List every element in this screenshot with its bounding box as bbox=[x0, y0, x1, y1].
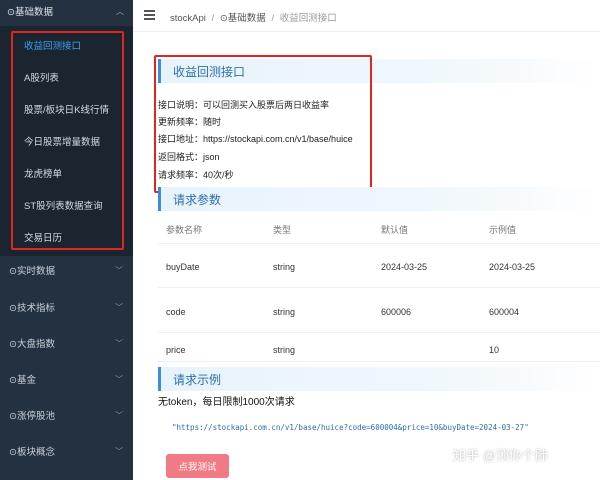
param-name: buyDate bbox=[166, 262, 200, 272]
sidebar-submenu: 收益回测接口 A股列表 股票/板块日K线行情 今日股票增量数据 龙虎榜单 ST股… bbox=[0, 26, 133, 256]
sidebar-item-incremental-data[interactable]: 今日股票增量数据 bbox=[24, 134, 100, 148]
test-button[interactable]: 点我测试 bbox=[166, 454, 229, 478]
sidebar-section-basic-data[interactable]: ⊙基础数据 ︿ bbox=[0, 0, 133, 22]
sidebar-item-a-share-list[interactable]: A股列表 bbox=[24, 70, 59, 84]
chevron-down-icon: ﹀ bbox=[115, 303, 123, 312]
table-divider bbox=[158, 361, 600, 362]
param-default: 600006 bbox=[381, 307, 412, 317]
sidebar-item-technical[interactable]: ⊙技术指标 ﹀ bbox=[0, 290, 133, 324]
api-frequency: 更新频率：随时 bbox=[158, 117, 222, 127]
param-name: code bbox=[166, 307, 186, 317]
sidebar-item-label: ⊙大盘指数 bbox=[9, 339, 55, 350]
param-name: price bbox=[166, 345, 186, 355]
param-type: string bbox=[273, 262, 296, 272]
chevron-up-icon: ︿ bbox=[116, 7, 124, 16]
param-example: 10 bbox=[489, 345, 500, 355]
sidebar-item-label: ⊙实时数据 bbox=[9, 266, 55, 277]
api-rate: 请求频率：40次/秒 bbox=[158, 170, 234, 180]
param-type: string bbox=[273, 307, 296, 317]
api-title: 收益回测接口 bbox=[158, 59, 600, 83]
table-divider bbox=[158, 332, 600, 333]
api-description: 接口说明：可以回测买入股票后两日收益率 bbox=[158, 100, 330, 110]
param-example: 600004 bbox=[489, 307, 520, 317]
table-divider bbox=[158, 243, 600, 244]
sidebar-item-daily-kline[interactable]: 股票/板块日K线行情 bbox=[24, 102, 109, 116]
api-address: 接口地址：https://stockapi.com.cn/v1/base/hui… bbox=[158, 134, 353, 144]
chevron-down-icon: ﹀ bbox=[115, 266, 123, 275]
watermark: 知乎 @顶你个肺 bbox=[453, 448, 548, 463]
column-header-example: 示例值 bbox=[489, 225, 517, 235]
chevron-down-icon: ﹀ bbox=[115, 339, 123, 348]
top-header: stockApi / ⊙基础数据 / 收益回测接口 bbox=[133, 0, 600, 32]
chevron-down-icon: ﹀ bbox=[115, 411, 123, 420]
sidebar-item-realtime[interactable]: ⊙实时数据 ﹀ bbox=[0, 253, 133, 287]
sidebar: ⊙基础数据 ︿ 收益回测接口 A股列表 股票/板块日K线行情 今日股票增量数据 … bbox=[0, 0, 133, 480]
breadcrumb: stockApi / ⊙基础数据 / 收益回测接口 bbox=[170, 10, 337, 24]
sidebar-item-index[interactable]: ⊙大盘指数 ﹀ bbox=[0, 326, 133, 360]
breadcrumb-home[interactable]: stockApi bbox=[170, 13, 206, 24]
sidebar-item-label: ⊙基金 bbox=[9, 375, 36, 386]
sidebar-item-fund[interactable]: ⊙基金 ﹀ bbox=[0, 362, 133, 396]
params-title: 请求参数 bbox=[158, 187, 600, 211]
rate-limit-notice: 无token，每日限制1000次请求 bbox=[158, 397, 295, 408]
breadcrumb-current: 收益回测接口 bbox=[279, 13, 337, 24]
param-type: string bbox=[273, 345, 296, 355]
sidebar-item-limit-up[interactable]: ⊙涨停股池 ﹀ bbox=[0, 398, 133, 432]
chevron-down-icon: ﹀ bbox=[115, 375, 123, 384]
breadcrumb-separator: / bbox=[271, 13, 275, 24]
sidebar-item-label: ⊙板块概念 bbox=[9, 447, 55, 458]
sidebar-item-trade-calendar[interactable]: 交易日历 bbox=[24, 230, 62, 244]
sidebar-item-label: ⊙涨停股池 bbox=[9, 411, 55, 422]
param-default: 2024-03-25 bbox=[381, 262, 428, 272]
sidebar-item-dragon-tiger[interactable]: 龙虎榜单 bbox=[24, 166, 62, 180]
main-content: 收益回测接口 接口说明：可以回测买入股票后两日收益率 更新频率：随时 接口地址：… bbox=[133, 33, 600, 480]
column-header-type: 类型 bbox=[273, 225, 292, 235]
sidebar-item-st-list[interactable]: ST股列表数据查询 bbox=[24, 198, 103, 212]
table-divider bbox=[158, 287, 600, 288]
chevron-down-icon: ﹀ bbox=[115, 447, 123, 456]
param-example: 2024-03-25 bbox=[489, 262, 536, 272]
example-title: 请求示例 bbox=[158, 367, 600, 391]
menu-toggle-icon[interactable] bbox=[144, 10, 155, 20]
sidebar-item-backtest-api[interactable]: 收益回测接口 bbox=[24, 38, 81, 52]
column-header-default: 默认值 bbox=[381, 225, 409, 235]
sidebar-item-sector[interactable]: ⊙板块概念 ﹀ bbox=[0, 434, 133, 468]
breadcrumb-separator: / bbox=[211, 13, 215, 24]
sidebar-section-label: ⊙基础数据 bbox=[7, 7, 53, 18]
sidebar-item-label: ⊙技术指标 bbox=[9, 303, 55, 314]
breadcrumb-section[interactable]: ⊙基础数据 bbox=[220, 13, 266, 24]
api-format: 返回格式：json bbox=[158, 152, 220, 162]
example-url: "https://stockapi.com.cn/v1/base/huice?c… bbox=[172, 423, 529, 432]
column-header-name: 参数名称 bbox=[166, 225, 203, 235]
